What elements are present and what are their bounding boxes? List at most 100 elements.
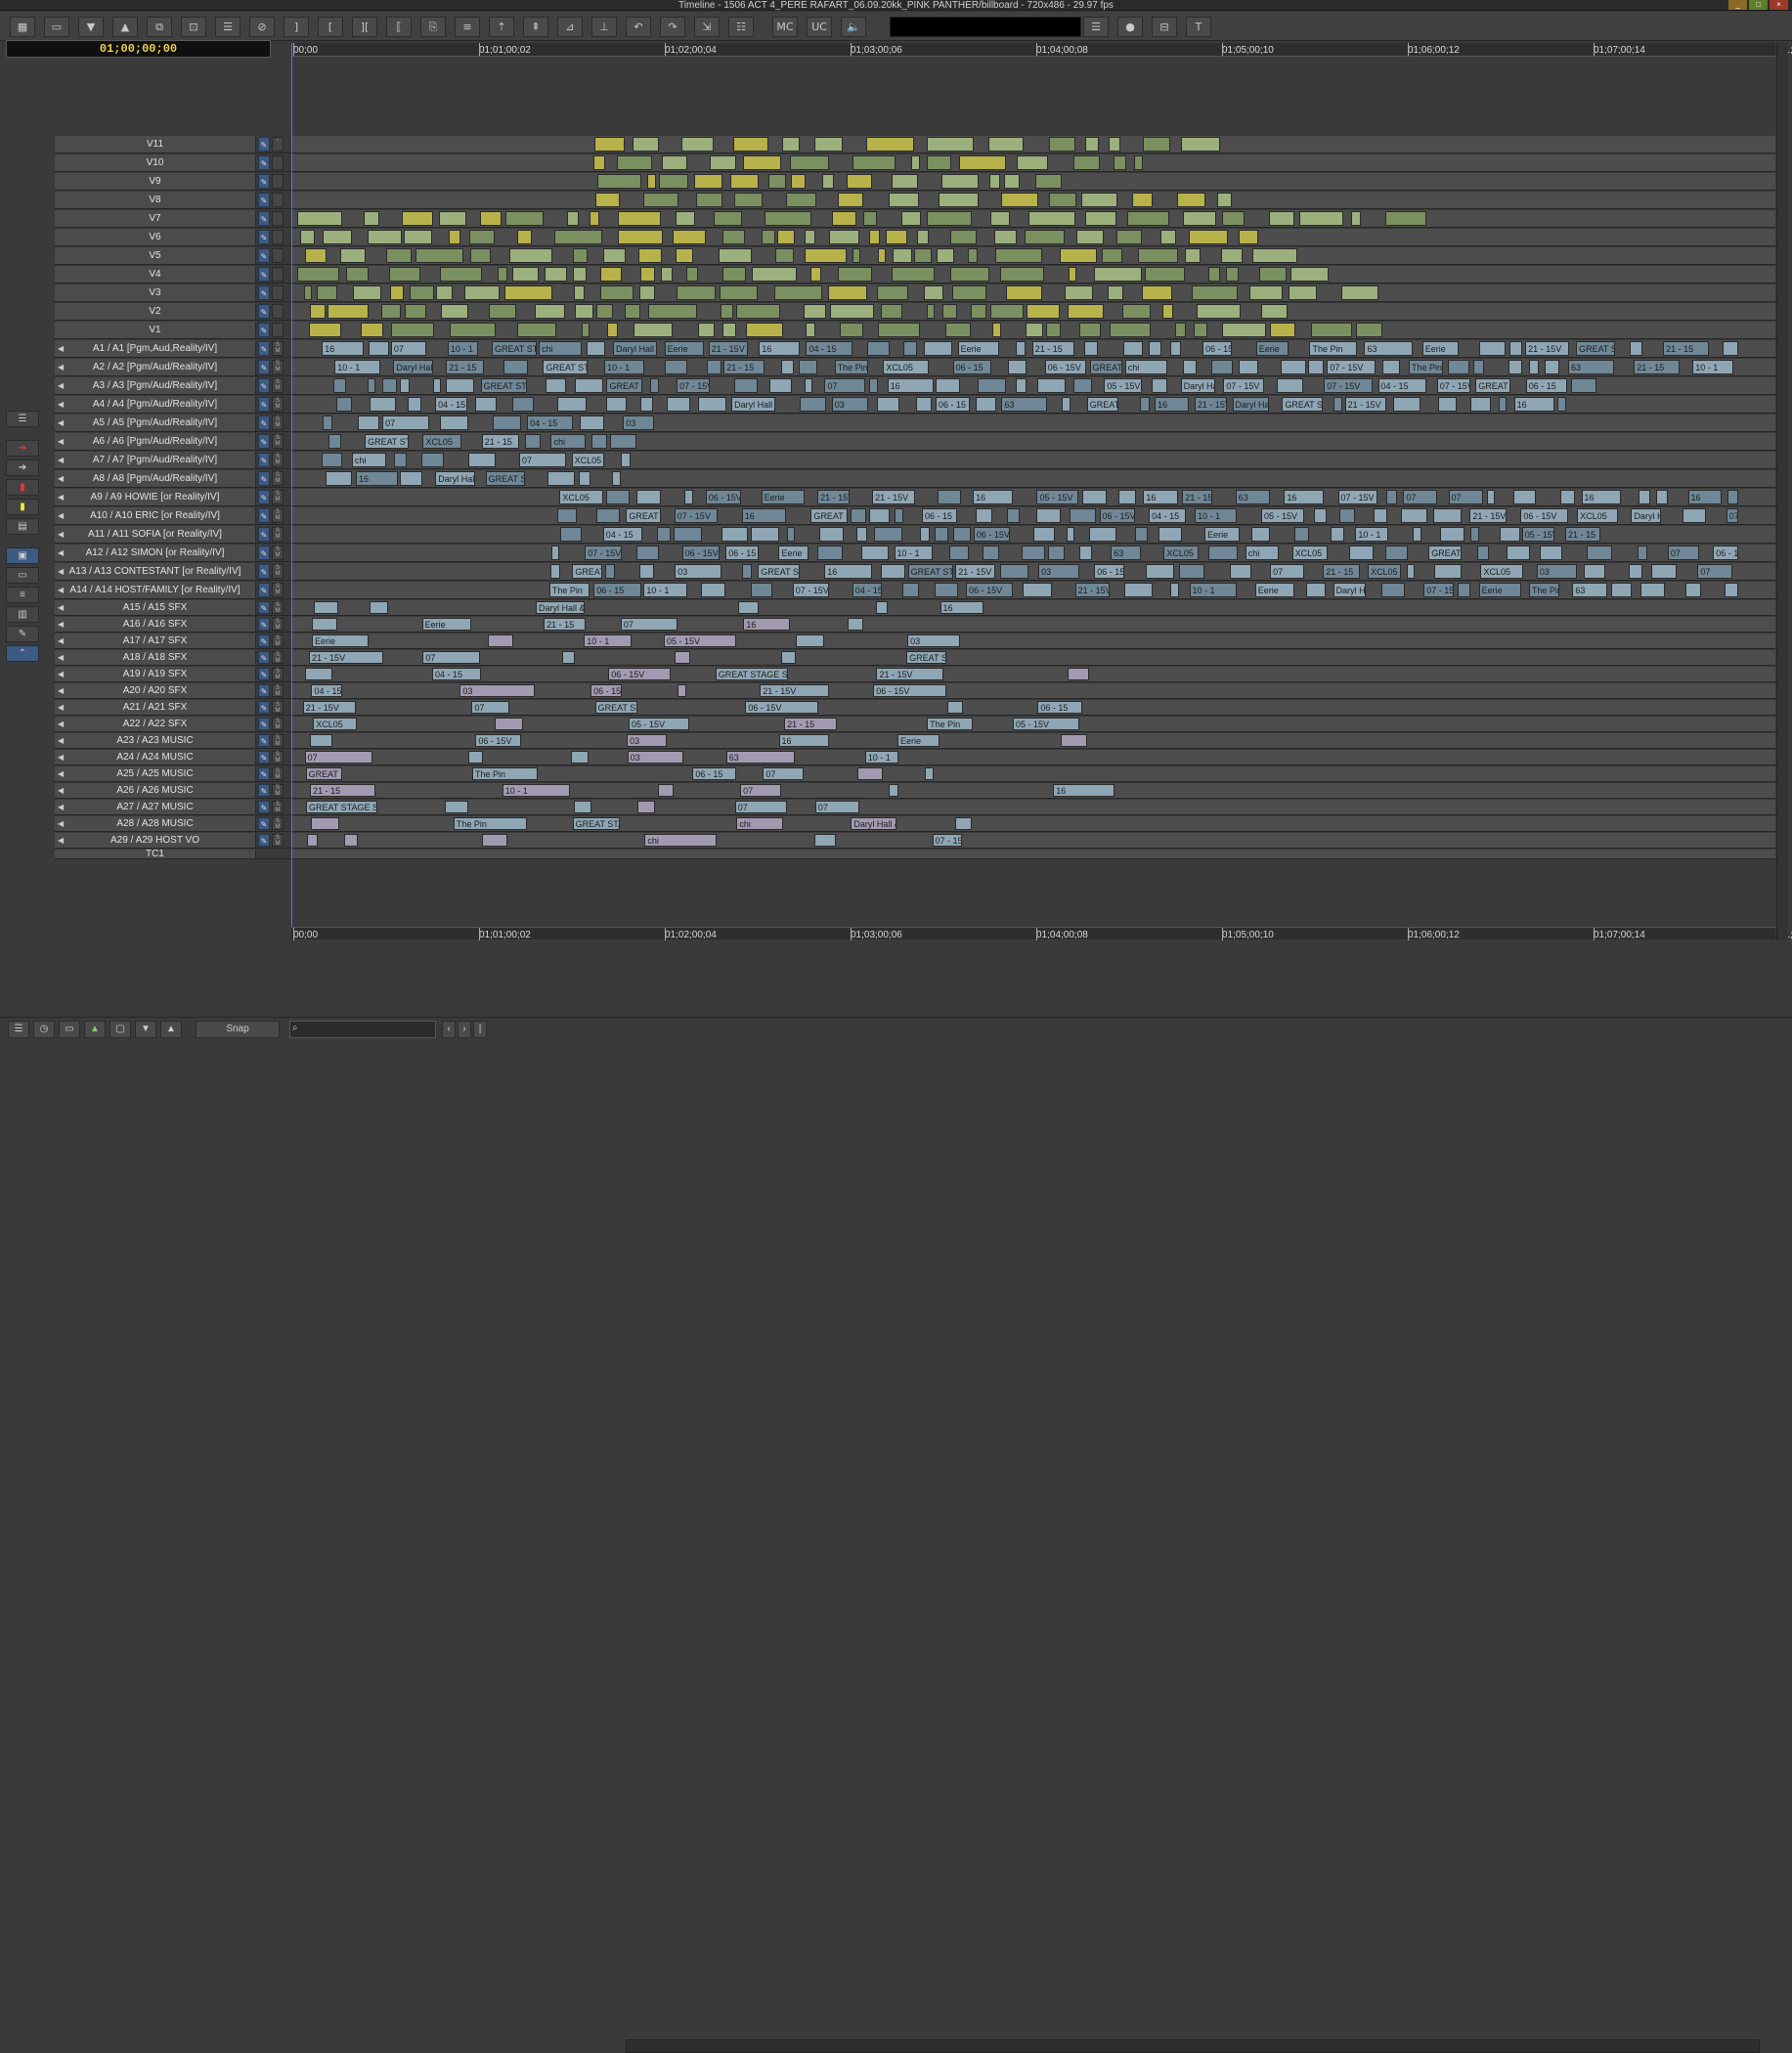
timeline-clip[interactable] <box>656 527 671 542</box>
timeline-clip[interactable]: 16 <box>1513 397 1554 412</box>
timeline-clip[interactable]: 10 - 1 <box>1189 583 1237 597</box>
timeline-clip[interactable] <box>525 434 541 449</box>
timeline-clip[interactable]: 16 <box>322 341 364 356</box>
timeline-clip[interactable] <box>805 248 848 263</box>
record-icon[interactable]: ● <box>1117 17 1143 37</box>
timeline-clip[interactable] <box>822 174 834 189</box>
timeline-clip[interactable] <box>1047 546 1065 560</box>
track-arrow-icon[interactable]: ◀ <box>58 617 64 632</box>
track-monitor-icon[interactable]: S M <box>272 684 284 697</box>
track-lane[interactable]: 07 - 15V 06 - 15V 06 - 15 Eerie 10 - 1 63 XCL0… <box>291 545 1775 561</box>
timeline-clip[interactable] <box>1060 248 1097 263</box>
timecode-display[interactable]: 01;00;00;00 <box>6 40 271 58</box>
timeline-clip[interactable]: XCL05 <box>1291 546 1329 560</box>
timeline-clip[interactable]: XCL05 <box>1577 508 1618 523</box>
timeline-clip[interactable] <box>949 267 989 282</box>
timeline-clip[interactable]: 06 - 15 <box>1525 378 1567 393</box>
timeline-clip[interactable]: 10 - 1 <box>1355 527 1388 542</box>
timeline-clip[interactable] <box>1684 583 1701 597</box>
timeline-clip[interactable] <box>488 304 517 319</box>
copy-icon[interactable]: ⎘ <box>420 17 446 37</box>
track-arrow-icon[interactable]: ◀ <box>58 582 64 598</box>
extract-icon[interactable]: ⇞ <box>523 17 548 37</box>
track-lock-icon[interactable]: ✎ <box>258 508 270 523</box>
timeline-clip[interactable] <box>1073 155 1101 170</box>
timeline-clip[interactable] <box>1089 527 1116 542</box>
timeline-clip[interactable]: 06 - 15 <box>921 508 957 523</box>
track-monitor-icon[interactable]: S M <box>272 453 284 467</box>
timeline-clip[interactable] <box>1406 564 1415 579</box>
timeline-clip[interactable]: 06 - 15V <box>973 527 1010 542</box>
track-lane[interactable]: chi 07 - 15V <box>291 833 1775 848</box>
timeline-clip[interactable] <box>474 397 498 412</box>
timeline-clip[interactable]: Daryl Hall & <box>1333 583 1366 597</box>
timeline-clip[interactable] <box>1176 193 1206 207</box>
timeline-clip[interactable]: GREAT STAGE SILEN <box>715 668 788 680</box>
timeline-clip[interactable]: 03 <box>907 634 961 647</box>
timeline-clip[interactable] <box>1470 527 1480 542</box>
timeline-clip[interactable] <box>369 397 397 412</box>
timeline-clip[interactable] <box>720 304 733 319</box>
timeline-clip[interactable]: GREAT STAGE SILEN <box>1428 546 1462 560</box>
timeline-clip[interactable] <box>662 155 688 170</box>
track-label[interactable]: A29 / A29 HOST VO ◀ <box>55 833 256 848</box>
timeline-clip[interactable] <box>391 323 435 337</box>
timeline-clip[interactable] <box>1221 323 1267 337</box>
timeline-clip[interactable] <box>765 211 811 226</box>
timeline-clip[interactable] <box>587 341 605 356</box>
track-lock-icon[interactable]: ✎ <box>258 323 270 337</box>
timeline-clip[interactable] <box>642 193 678 207</box>
timeline-clip[interactable] <box>590 211 599 226</box>
timeline-clip[interactable]: Daryl Hall & <box>1180 378 1216 393</box>
timeline-clip[interactable]: GREAT ST <box>1475 378 1511 393</box>
timeline-clip[interactable] <box>1270 323 1295 337</box>
timeline-clip[interactable] <box>787 527 796 542</box>
timeline-clip[interactable] <box>439 267 482 282</box>
timeline-clip[interactable]: 21 - 15 <box>784 718 837 730</box>
track-lock-icon[interactable]: ✎ <box>258 734 270 747</box>
timeline-clip[interactable] <box>550 546 560 560</box>
timeline-clip[interactable]: GREAT ST <box>907 564 953 579</box>
timeline-clip[interactable] <box>470 248 492 263</box>
timeline-clip[interactable] <box>674 527 702 542</box>
horizontal-scrollbar[interactable] <box>626 2039 1760 2053</box>
timeline-clip[interactable] <box>580 415 605 430</box>
timeline-clip[interactable]: GREAT STAGE SILEN <box>606 378 642 393</box>
timeline-clip[interactable]: 21 - 15V <box>302 701 357 714</box>
timeline-clip[interactable] <box>730 174 759 189</box>
timeline-clip[interactable]: 21 - 15 <box>310 784 376 797</box>
timeline-clip[interactable] <box>511 397 534 412</box>
timeline-clip[interactable] <box>575 304 594 319</box>
track-monitor-icon[interactable] <box>272 304 284 319</box>
track-monitor-icon[interactable]: S M <box>272 751 284 764</box>
track-lock-icon[interactable]: ✎ <box>258 751 270 764</box>
track-lock-icon[interactable]: ✎ <box>258 634 270 647</box>
timeline-clip[interactable] <box>1400 508 1427 523</box>
timeline-clip[interactable] <box>468 453 497 467</box>
timeline-clip[interactable] <box>990 211 1010 226</box>
timeline-clip[interactable] <box>504 211 544 226</box>
timeline-clip[interactable] <box>675 211 695 226</box>
timeline-clip[interactable] <box>1048 137 1075 152</box>
timeline-clip[interactable] <box>557 397 587 412</box>
track-lock-icon[interactable]: ✎ <box>258 193 270 207</box>
timeline-clip[interactable] <box>915 397 932 412</box>
timeline-clip[interactable] <box>782 137 800 152</box>
track-label[interactable]: A4 / A4 [Pgm/Aud/Reality/IV] ◀ <box>55 396 256 413</box>
track-lock-icon[interactable]: ✎ <box>258 718 270 730</box>
timeline-clip[interactable]: 07 <box>390 341 427 356</box>
track-label[interactable]: A6 / A6 [Pgm/Aud/Reality/IV] ◀ <box>55 433 256 450</box>
timeline-clip[interactable] <box>1557 397 1567 412</box>
timeline-clip[interactable]: GREAT STAGE SILEN <box>480 378 527 393</box>
timeline-clip[interactable] <box>618 211 661 226</box>
timeline-clip[interactable] <box>357 415 379 430</box>
timeline-clip[interactable] <box>809 267 821 282</box>
timeline-clip[interactable]: 21 - 15 <box>1663 341 1710 356</box>
timeline-clip[interactable]: GREAT ST <box>572 564 602 579</box>
timeline-clip[interactable] <box>751 583 772 597</box>
timeline-clip[interactable] <box>677 684 687 697</box>
timeline-clip[interactable]: 06 - 15 <box>590 684 622 697</box>
timeline-clip[interactable] <box>503 360 529 374</box>
timeline-clip[interactable] <box>468 751 483 764</box>
track-lane[interactable]: 16 Daryl Hall & GREAT ST <box>291 470 1775 487</box>
